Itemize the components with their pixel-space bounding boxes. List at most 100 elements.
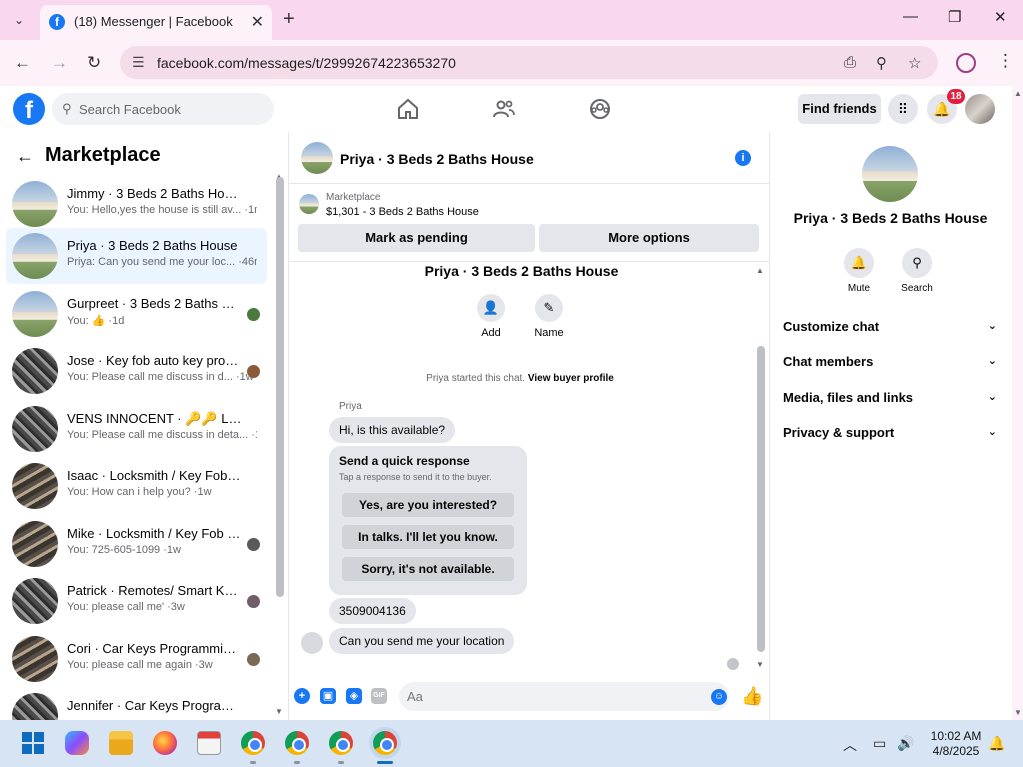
facebook-logo-icon[interactable]: f xyxy=(13,93,45,125)
system-clock[interactable]: 10:02 AM 4/8/2025 xyxy=(924,729,988,759)
chrome-icon[interactable] xyxy=(329,731,353,755)
quick-response-option[interactable]: Yes, are you interested? xyxy=(342,493,514,517)
chat-item[interactable]: Gurpreet · 3 Beds 2 Baths Ho... You: 👍 ·… xyxy=(6,286,267,342)
photo-icon[interactable]: ▣ xyxy=(320,688,336,704)
home-icon[interactable] xyxy=(396,97,420,121)
mute-action[interactable]: 🔔 Mute xyxy=(834,248,884,294)
chrome-icon-active[interactable] xyxy=(373,731,397,755)
quick-response-option[interactable]: Sorry, it's not available. xyxy=(342,557,514,581)
sticker-icon[interactable]: ◈ xyxy=(346,688,362,704)
back-icon[interactable]: ← xyxy=(14,53,31,73)
calendar-app-icon[interactable] xyxy=(197,731,221,755)
name-action[interactable]: ✎ Name xyxy=(519,294,579,339)
close-tab-icon[interactable]: ✕ xyxy=(251,12,264,32)
mark-as-pending-button[interactable]: Mark as pending xyxy=(298,224,535,252)
firefox-icon[interactable] xyxy=(153,731,177,755)
chat-item[interactable]: Mike · Locksmith / Key Fob / ... You: 72… xyxy=(6,516,267,572)
groups-icon[interactable] xyxy=(588,97,612,121)
chat-item[interactable]: Jennifer · Car Keys Programmin... xyxy=(6,688,267,720)
network-icon[interactable]: ▭ xyxy=(873,735,886,752)
bookmark-star-icon[interactable]: ☆ xyxy=(908,54,921,72)
privacy-support-section[interactable]: Privacy & support ⌄ xyxy=(783,425,997,445)
listing-thumbnail[interactable] xyxy=(299,194,319,214)
file-explorer-icon[interactable] xyxy=(109,731,133,755)
notification-bell-icon[interactable]: 🔔 xyxy=(988,735,1005,752)
message-bubble: 3509004136 xyxy=(329,598,416,624)
chat-item-selected[interactable]: Priya · 3 Beds 2 Baths House Priya: Can … xyxy=(6,228,267,284)
forward-icon[interactable]: → xyxy=(51,53,68,73)
chevron-down-icon: ⌄ xyxy=(987,355,997,367)
chat-name: Jennifer · Car Keys Programmin... xyxy=(67,698,243,713)
chat-item[interactable]: Patrick · Remotes/ Smart Key... You: ple… xyxy=(6,573,267,629)
thumbs-up-icon[interactable]: 👍 xyxy=(741,686,763,707)
find-friends-button[interactable]: Find friends xyxy=(798,94,881,124)
friends-icon[interactable] xyxy=(492,97,516,121)
add-action[interactable]: 👤 Add xyxy=(461,294,521,339)
facebook-header: f ⚲ Search Facebook Find friends ⠿ 🔔 xyxy=(0,86,1012,132)
media-files-links-section[interactable]: Media, files and links ⌄ xyxy=(783,390,997,410)
address-bar[interactable]: ☰ facebook.com/messages/t/29992674223653… xyxy=(120,46,938,79)
thread-scroll-up-arrow[interactable]: ▲ xyxy=(756,266,764,275)
conversation-title[interactable]: Priya · 3 Beds 2 Baths House xyxy=(340,151,534,167)
site-settings-icon[interactable]: ☰ xyxy=(132,54,145,71)
info-icon[interactable]: i xyxy=(735,150,751,166)
thread-scrollbar[interactable] xyxy=(757,346,765,652)
facebook-search[interactable]: ⚲ Search Facebook xyxy=(52,93,274,125)
chat-item[interactable]: Isaac · Locksmith / Key Fob / Re... You:… xyxy=(6,458,267,514)
more-options-button[interactable]: More options xyxy=(539,224,759,252)
copilot-icon[interactable] xyxy=(65,731,89,755)
chat-item[interactable]: Cori · Car Keys Programming ... You: ple… xyxy=(6,631,267,687)
chat-details-avatar[interactable] xyxy=(862,146,918,202)
emoji-icon[interactable]: ☺ xyxy=(711,689,727,705)
menu-dots-icon[interactable]: ⋮ xyxy=(997,51,1014,71)
gif-icon[interactable]: GIF xyxy=(371,688,387,704)
app-running-indicator xyxy=(250,761,256,764)
tab-search-icon[interactable]: ⌄ xyxy=(8,9,30,31)
windows-start-icon[interactable] xyxy=(21,731,45,755)
message-input-box[interactable]: ☺ xyxy=(399,682,729,711)
back-arrow-icon[interactable]: ← xyxy=(16,146,34,167)
chat-item[interactable]: VENS INNOCENT · 🔑🔑 LoCkS... You: Please … xyxy=(6,401,267,457)
chrome-icon[interactable] xyxy=(285,731,309,755)
chat-members-section[interactable]: Chat members ⌄ xyxy=(783,354,997,374)
scroll-down-arrow[interactable]: ▼ xyxy=(275,707,283,716)
zoom-icon[interactable]: ⚲ xyxy=(876,54,887,72)
close-window-icon[interactable]: ✕ xyxy=(994,8,1007,26)
plus-icon[interactable]: + xyxy=(294,688,310,704)
page-scroll-down-arrow[interactable]: ▼ xyxy=(1014,708,1022,717)
chat-list-scrollbar[interactable] xyxy=(276,177,284,597)
chat-thumbnail xyxy=(12,406,58,452)
conversation-avatar[interactable] xyxy=(301,142,333,174)
message-input[interactable] xyxy=(407,687,697,706)
read-receipt-avatar xyxy=(727,658,739,670)
search-action[interactable]: ⚲ Search xyxy=(892,248,942,294)
page-scrollbar[interactable]: ▲ ▼ xyxy=(1012,86,1023,720)
listing-price[interactable]: $1,301 - 3 Beds 2 Baths House xyxy=(326,206,479,218)
browser-tab-messenger[interactable]: f (18) Messenger | Facebook ✕ xyxy=(40,5,272,40)
page-scroll-up-arrow[interactable]: ▲ xyxy=(1014,89,1022,98)
tray-chevron-up-icon[interactable]: ︿ xyxy=(843,735,857,755)
chat-preview: You: please call me again ·3w xyxy=(67,659,213,671)
profile-icon[interactable] xyxy=(956,53,976,73)
chat-preview: You: 👍 ·1d xyxy=(67,315,125,327)
quick-response-option[interactable]: In talks. I'll let you know. xyxy=(342,525,514,549)
thread-scroll-down-arrow[interactable]: ▼ xyxy=(756,660,764,669)
new-tab-icon[interactable]: + xyxy=(283,8,295,31)
conversation-header: Priya · 3 Beds 2 Baths House i xyxy=(289,132,769,184)
customize-chat-section[interactable]: Customize chat ⌄ xyxy=(783,319,997,339)
menu-grid-icon[interactable]: ⠿ xyxy=(888,94,918,124)
chrome-icon[interactable] xyxy=(241,731,265,755)
message-thread: Priya · 3 Beds 2 Baths House 👤 Add ✎ Nam… xyxy=(289,262,769,674)
volume-icon[interactable]: 🔊 xyxy=(897,735,914,752)
chat-item[interactable]: Jimmy · 3 Beds 2 Baths House You: Hello,… xyxy=(6,176,267,232)
account-avatar[interactable] xyxy=(965,94,995,124)
reload-icon[interactable]: ↻ xyxy=(87,53,101,73)
restore-icon[interactable]: ❐ xyxy=(948,8,961,26)
minimize-icon[interactable]: — xyxy=(903,8,918,25)
view-buyer-profile-link[interactable]: View buyer profile xyxy=(528,373,614,384)
install-app-icon[interactable]: ⎙ xyxy=(844,54,856,71)
browser-tab-strip: ⌄ f (18) Messenger | Facebook ✕ + — ❐ ✕ xyxy=(0,0,1023,40)
sender-name: Priya xyxy=(339,401,362,412)
chat-item[interactable]: Jose · Key fob auto key progr... You: Pl… xyxy=(6,343,267,399)
chat-details-panel: Priya · 3 Beds 2 Baths House 🔔 Mute ⚲ Se… xyxy=(769,132,1012,720)
